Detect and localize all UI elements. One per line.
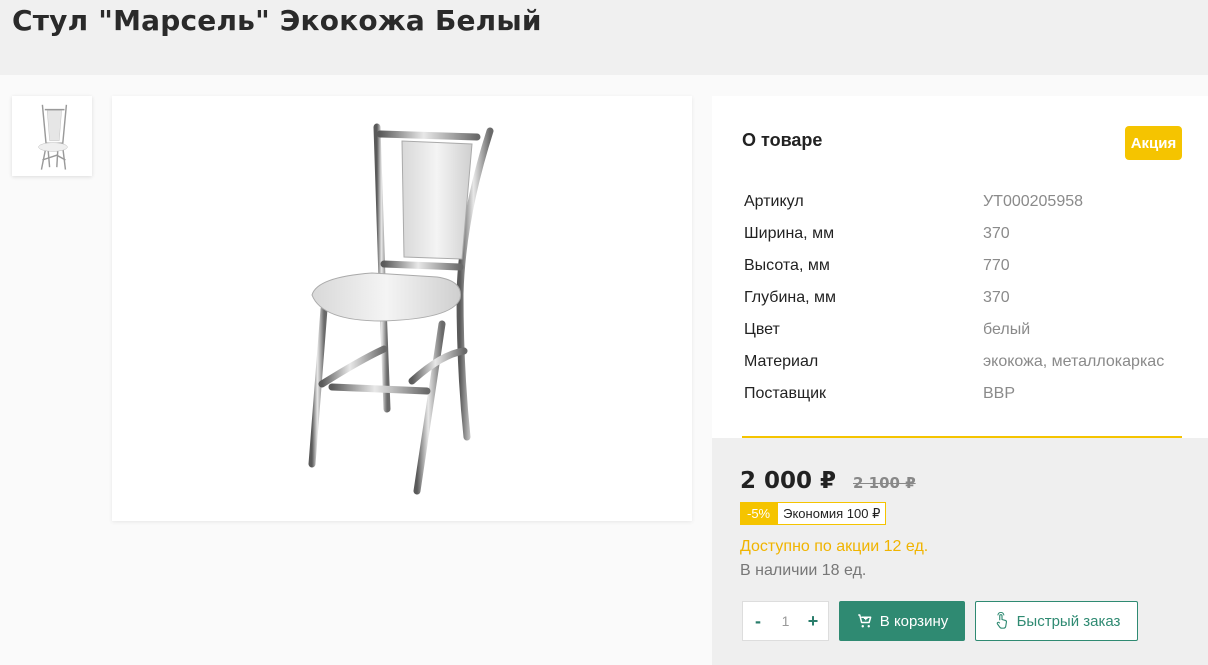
price-panel: 2 000 ₽ 2 100 ₽ -5% Экономия 100 ₽ Досту… <box>712 438 1208 665</box>
promo-availability: Доступно по акции 12 ед. <box>740 538 929 555</box>
spec-row: Артикул УТ000205958 <box>744 186 1184 218</box>
page-title: Стул "Марсель" Экокожа Белый <box>12 4 542 37</box>
spec-value: экокожа, металлокаркас <box>983 353 1165 370</box>
spec-label: Материал <box>744 353 819 370</box>
quantity-increment-button[interactable]: + <box>806 611 820 632</box>
quick-order-label: Быстрый заказ <box>1016 612 1121 630</box>
spec-row: Глубина, мм 370 <box>744 282 1184 314</box>
spec-label: Артикул <box>744 193 804 210</box>
quick-order-button[interactable]: Быстрый заказ <box>975 601 1138 641</box>
cart-add-icon <box>858 614 872 628</box>
info-heading: О товаре <box>742 130 823 150</box>
chair-image <box>308 123 494 494</box>
quantity-decrement-button[interactable]: - <box>751 611 765 632</box>
spec-label: Высота, мм <box>744 257 830 274</box>
spec-value: ВВР <box>983 385 1016 402</box>
chair-thumbnail-image <box>38 104 68 170</box>
spec-value: УТ000205958 <box>983 193 1084 210</box>
spec-value: белый <box>983 321 1031 338</box>
spec-row: Материал экокожа, металлокаркас <box>744 346 1184 378</box>
discount-info: -5% Экономия 100 ₽ <box>740 502 887 525</box>
product-thumbnail[interactable] <box>12 96 92 176</box>
spec-row: Высота, мм 770 <box>744 250 1184 282</box>
specs-table: Артикул УТ000205958 Ширина, мм 370 Высот… <box>744 186 1184 410</box>
spec-value: 370 <box>983 289 1010 306</box>
current-price: 2 000 ₽ <box>740 468 837 494</box>
spec-label: Поставщик <box>744 385 827 402</box>
spec-value: 770 <box>983 257 1010 274</box>
spec-label: Ширина, мм <box>744 225 835 242</box>
add-to-cart-button[interactable]: В корзину <box>839 601 965 641</box>
product-info-panel: О товаре Акция Артикул УТ000205958 Ширин… <box>712 96 1208 438</box>
add-to-cart-label: В корзину <box>879 612 949 630</box>
spec-label: Глубина, мм <box>744 289 837 306</box>
discount-percent: -5% <box>740 502 778 525</box>
hand-tap-icon <box>996 612 1007 629</box>
spec-row: Цвет белый <box>744 314 1184 346</box>
spec-value: 370 <box>983 225 1010 242</box>
quantity-input[interactable]: 1 <box>782 613 790 629</box>
spec-row: Ширина, мм 370 <box>744 218 1184 250</box>
savings-amount: Экономия 100 ₽ <box>777 502 887 525</box>
stock-availability: В наличии 18 ед. <box>740 562 867 579</box>
spec-label: Цвет <box>744 321 780 338</box>
spec-row: Поставщик ВВР <box>744 378 1184 410</box>
quantity-stepper: - 1 + <box>742 601 829 641</box>
promo-badge: Акция <box>1125 126 1182 160</box>
product-main-image[interactable] <box>112 96 692 521</box>
old-price: 2 100 ₽ <box>853 474 916 492</box>
